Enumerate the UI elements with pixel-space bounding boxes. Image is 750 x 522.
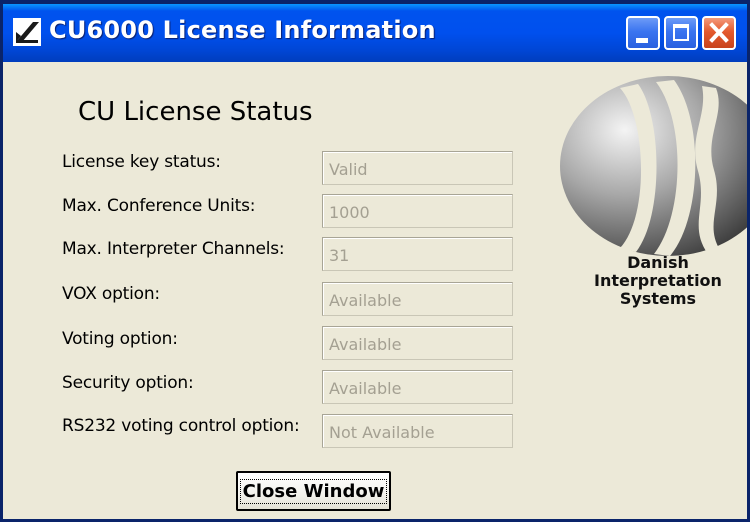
license-window: CU6000 License Information CU License St… [0,0,750,522]
license-key-status-label: License key status: [62,152,221,172]
page-title: CU License Status [78,97,313,127]
max-interpreter-channels-label: Max. Interpreter Channels: [62,239,285,259]
minimize-button[interactable] [626,16,660,50]
minimize-icon [636,38,648,43]
rs232-voting-control-option-value: Not Available [322,414,513,448]
maximize-icon [673,24,689,41]
close-window-button[interactable]: Close Window [236,471,391,511]
voting-option-label: Voting option: [62,329,178,349]
title-bar[interactable]: CU6000 License Information [3,4,747,62]
logo-line-1: Danish [627,253,689,272]
max-conference-units-label: Max. Conference Units: [62,196,256,216]
security-option-label: Security option: [62,373,194,393]
close-button[interactable] [702,16,736,50]
logo-line-3: Systems [619,289,697,308]
vox-option-label: VOX option: [62,284,160,304]
app-icon [13,18,41,46]
close-window-label: Close Window [239,478,388,504]
security-option-value: Available [322,370,513,404]
close-icon [709,22,729,43]
rs232-voting-control-option-label: RS232 voting control option: [62,416,300,436]
dis-logo-icon [560,76,747,256]
logo-line-2: Interpretation [594,271,722,290]
maximize-button[interactable] [664,16,698,50]
vox-option-value: Available [322,282,513,316]
dis-logo-text: Danish Interpretation Systems [573,254,743,308]
max-interpreter-channels-value: 31 [322,237,513,271]
voting-option-value: Available [322,326,513,360]
max-conference-units-value: 1000 [322,194,513,228]
license-key-status-value: Valid [322,151,513,185]
window-title: CU6000 License Information [49,16,436,44]
